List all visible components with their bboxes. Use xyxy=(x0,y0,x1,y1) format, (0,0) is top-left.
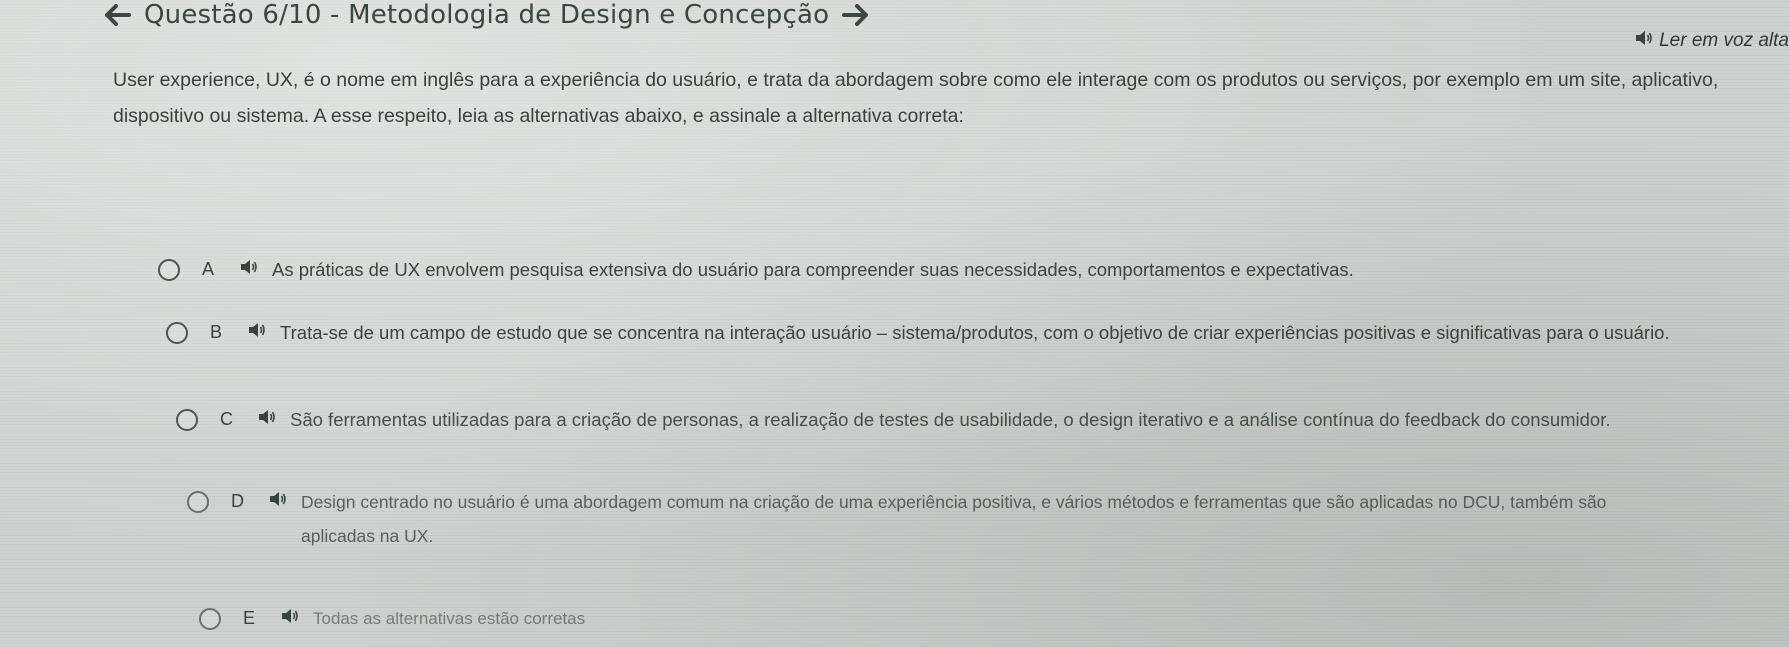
option-c-radio[interactable] xyxy=(176,409,198,431)
option-a-text: As práticas de UX envolvem pesquisa exte… xyxy=(272,259,1354,280)
option-b-letter: B xyxy=(210,322,223,342)
option-e-radio[interactable] xyxy=(199,608,221,630)
speaker-icon xyxy=(1635,30,1653,52)
option-d-radio[interactable] xyxy=(187,491,209,513)
speaker-icon[interactable] xyxy=(281,608,299,629)
option-a-radio[interactable] xyxy=(158,259,180,281)
option-b[interactable]: B Trata-se de um campo de estudo que se … xyxy=(166,316,1680,350)
option-c[interactable]: C São ferramentas utilizadas para a cria… xyxy=(176,403,1680,437)
option-b-radio[interactable] xyxy=(166,322,188,344)
question-header: Questão 6/10 - Metodologia de Design e C… xyxy=(104,0,869,30)
read-aloud-label: Ler em voz alta xyxy=(1659,30,1789,51)
previous-question-arrow-icon[interactable] xyxy=(104,3,132,27)
option-e-letter: E xyxy=(243,608,256,628)
speaker-icon[interactable] xyxy=(269,491,287,512)
option-c-letter: C xyxy=(220,409,233,429)
question-statement: User experience, UX, é o nome em inglês … xyxy=(113,69,1719,127)
speaker-icon[interactable] xyxy=(248,322,266,343)
option-e-text: Todas as alternativas estão corretas xyxy=(313,609,586,628)
speaker-icon[interactable] xyxy=(258,409,276,430)
next-question-arrow-icon[interactable] xyxy=(841,3,869,27)
option-a[interactable]: A As práticas de UX envolvem pesquisa ex… xyxy=(158,253,1652,287)
option-d-letter: D xyxy=(231,491,244,511)
option-d-text: Design centrado no usuário é uma abordag… xyxy=(301,492,1607,546)
option-c-text: São ferramentas utilizadas para a criaçã… xyxy=(290,409,1611,430)
option-a-letter: A xyxy=(202,259,215,279)
read-aloud-button[interactable]: Ler em voz alta xyxy=(1635,30,1789,52)
option-e[interactable]: E Todas as alternativas estão corretas xyxy=(199,602,1213,636)
speaker-icon[interactable] xyxy=(240,259,258,280)
option-d[interactable]: D Design centrado no usuário é uma abord… xyxy=(187,485,1681,553)
page-title: Questão 6/10 - Metodologia de Design e C… xyxy=(144,0,830,30)
option-b-text: Trata-se de um campo de estudo que se co… xyxy=(280,322,1670,343)
